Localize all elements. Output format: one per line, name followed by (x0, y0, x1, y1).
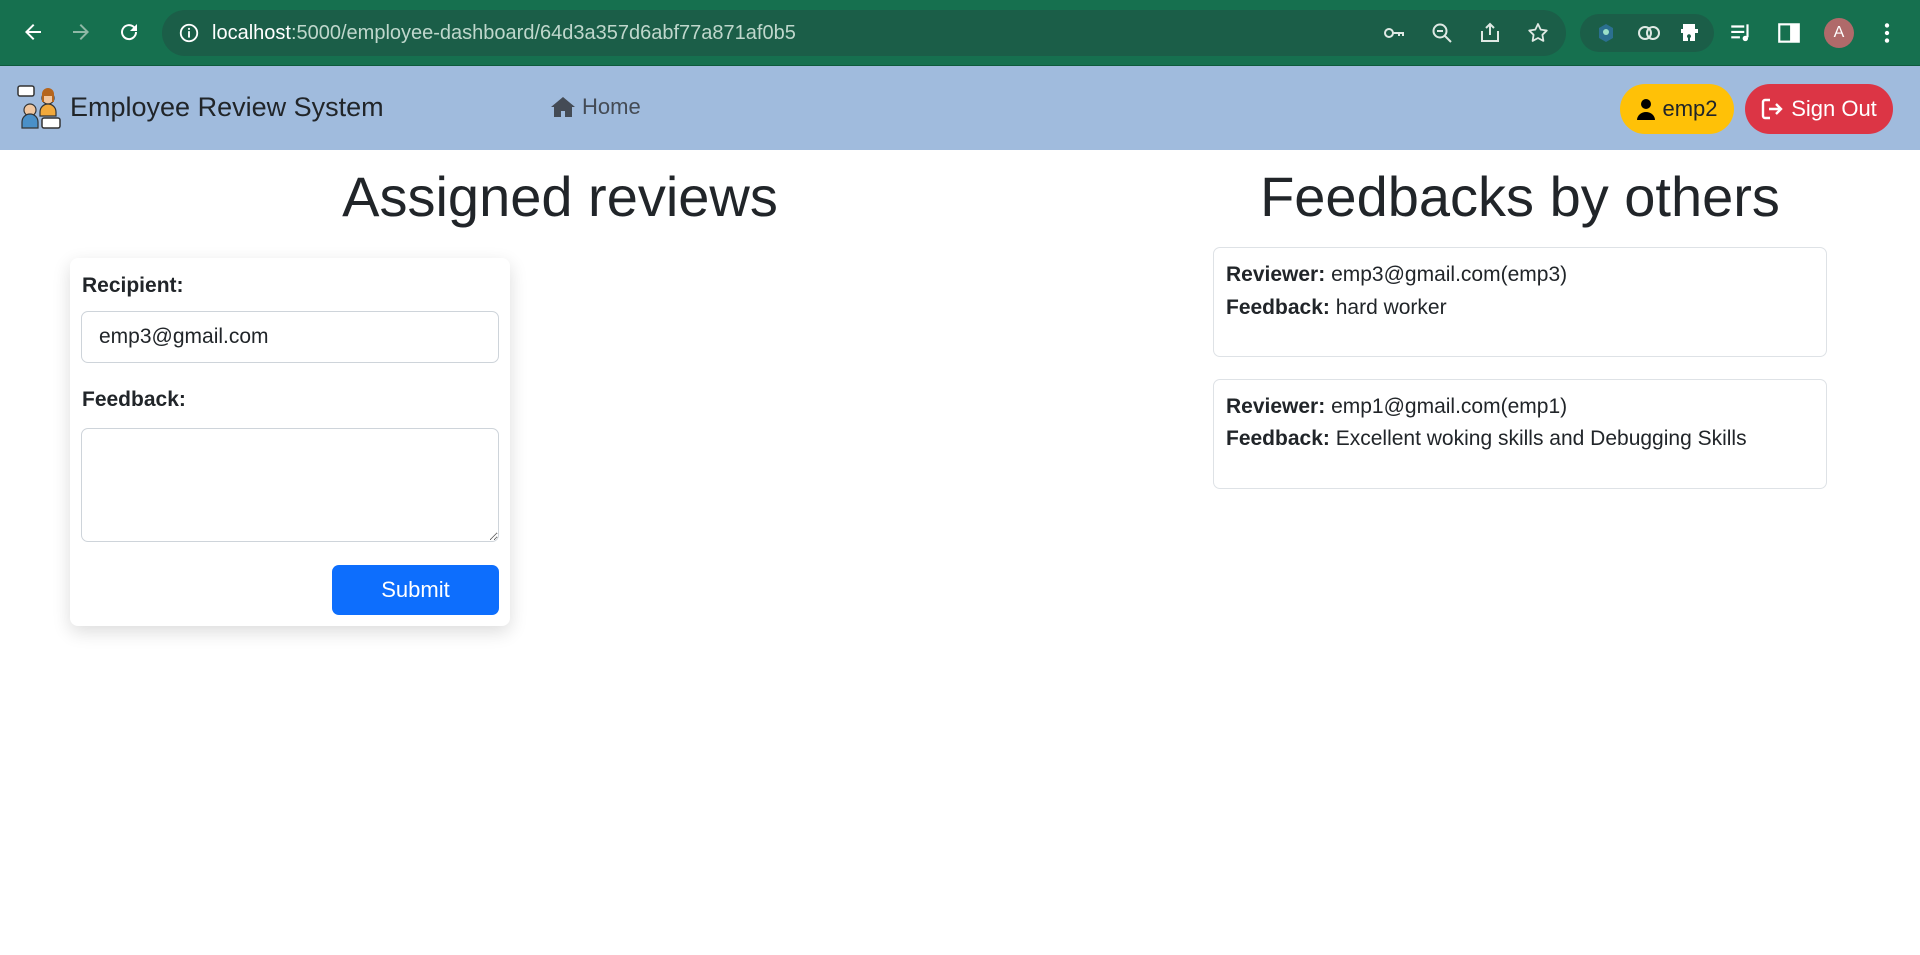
key-icon[interactable] (1382, 21, 1406, 45)
back-button[interactable] (15, 14, 51, 50)
share-icon[interactable] (1478, 21, 1502, 45)
extension-icon[interactable] (1636, 21, 1662, 45)
feedback-textarea[interactable] (81, 428, 499, 542)
reviewer-label: Reviewer: (1226, 395, 1326, 418)
sign-out-label: Sign Out (1791, 96, 1877, 121)
logo-icon (17, 85, 61, 129)
reviewer-value: emp3@gmail.com(emp3) (1331, 263, 1568, 286)
user-name: emp2 (1662, 96, 1718, 121)
reviewer-value: emp1@gmail.com(emp1) (1331, 395, 1568, 418)
user-profile-button[interactable]: emp2 (1620, 84, 1734, 134)
home-icon (551, 97, 575, 117)
assigned-reviews-title: Assigned reviews (342, 165, 778, 228)
feedback-value: hard worker (1335, 296, 1447, 319)
feedback-card: Reviewer: emp3@gmail.com(emp3) Feedback:… (1213, 247, 1827, 357)
star-icon[interactable] (1526, 21, 1550, 45)
recipient-label: Recipient: (82, 274, 184, 297)
extension-icon[interactable] (1594, 21, 1618, 45)
reviewer-line: Reviewer: emp1@gmail.com(emp1) (1226, 395, 1567, 419)
nav-home-label: Home (582, 94, 641, 119)
reviewer-line: Reviewer: emp3@gmail.com(emp3) (1226, 263, 1567, 287)
reload-button[interactable] (111, 14, 147, 50)
recipient-field[interactable] (81, 311, 499, 363)
review-form-card: Recipient: Feedback: Submit (70, 258, 510, 626)
zoom-out-icon[interactable] (1430, 21, 1454, 45)
feedback-line: Feedback: Excellent woking skills and De… (1226, 427, 1747, 451)
reviewer-label: Reviewer: (1226, 263, 1326, 286)
back-arrow-icon (25, 24, 41, 40)
user-icon (1637, 99, 1656, 120)
app-navbar: Employee Review System Home emp2 Sign Ou… (0, 66, 1920, 150)
address-bar[interactable]: localhost:5000/employee-dashboard/64d3a3… (162, 10, 1566, 56)
browser-toolbar: localhost:5000/employee-dashboard/64d3a3… (0, 0, 1920, 66)
reload-icon (121, 24, 138, 41)
sign-out-button[interactable]: Sign Out (1745, 84, 1893, 134)
url-path: :5000/employee-dashboard/64d3a357d6abf77… (290, 22, 796, 44)
more-vert-icon[interactable] (1874, 20, 1900, 46)
sign-out-icon (1761, 98, 1783, 120)
feedback-line: Feedback: hard worker (1226, 296, 1447, 320)
forward-arrow-icon (73, 24, 89, 40)
url-text[interactable]: localhost:5000/employee-dashboard/64d3a3… (212, 22, 796, 45)
brand[interactable]: Employee Review System (16, 84, 384, 130)
feedback-label: Feedback: (82, 388, 186, 411)
feedback-value: Excellent woking skills and Debugging Sk… (1335, 427, 1747, 450)
feedback-card: Reviewer: emp1@gmail.com(emp1) Feedback:… (1213, 379, 1827, 489)
feedback-label: Feedback: (1226, 427, 1330, 450)
feedbacks-by-others-title: Feedbacks by others (1260, 165, 1780, 228)
submit-button[interactable]: Submit (332, 565, 499, 615)
url-host: localhost (212, 22, 291, 44)
side-panel-icon[interactable] (1776, 20, 1802, 46)
puzzle-icon[interactable] (1678, 21, 1702, 45)
feedback-label: Feedback: (1226, 296, 1330, 319)
brand-name: Employee Review System (70, 91, 384, 122)
media-icon[interactable] (1728, 20, 1754, 46)
forward-button[interactable] (63, 14, 99, 50)
info-icon[interactable] (178, 22, 200, 44)
nav-home-link[interactable]: Home (550, 94, 641, 120)
extensions-group (1580, 14, 1714, 52)
avatar[interactable]: A (1824, 18, 1854, 48)
